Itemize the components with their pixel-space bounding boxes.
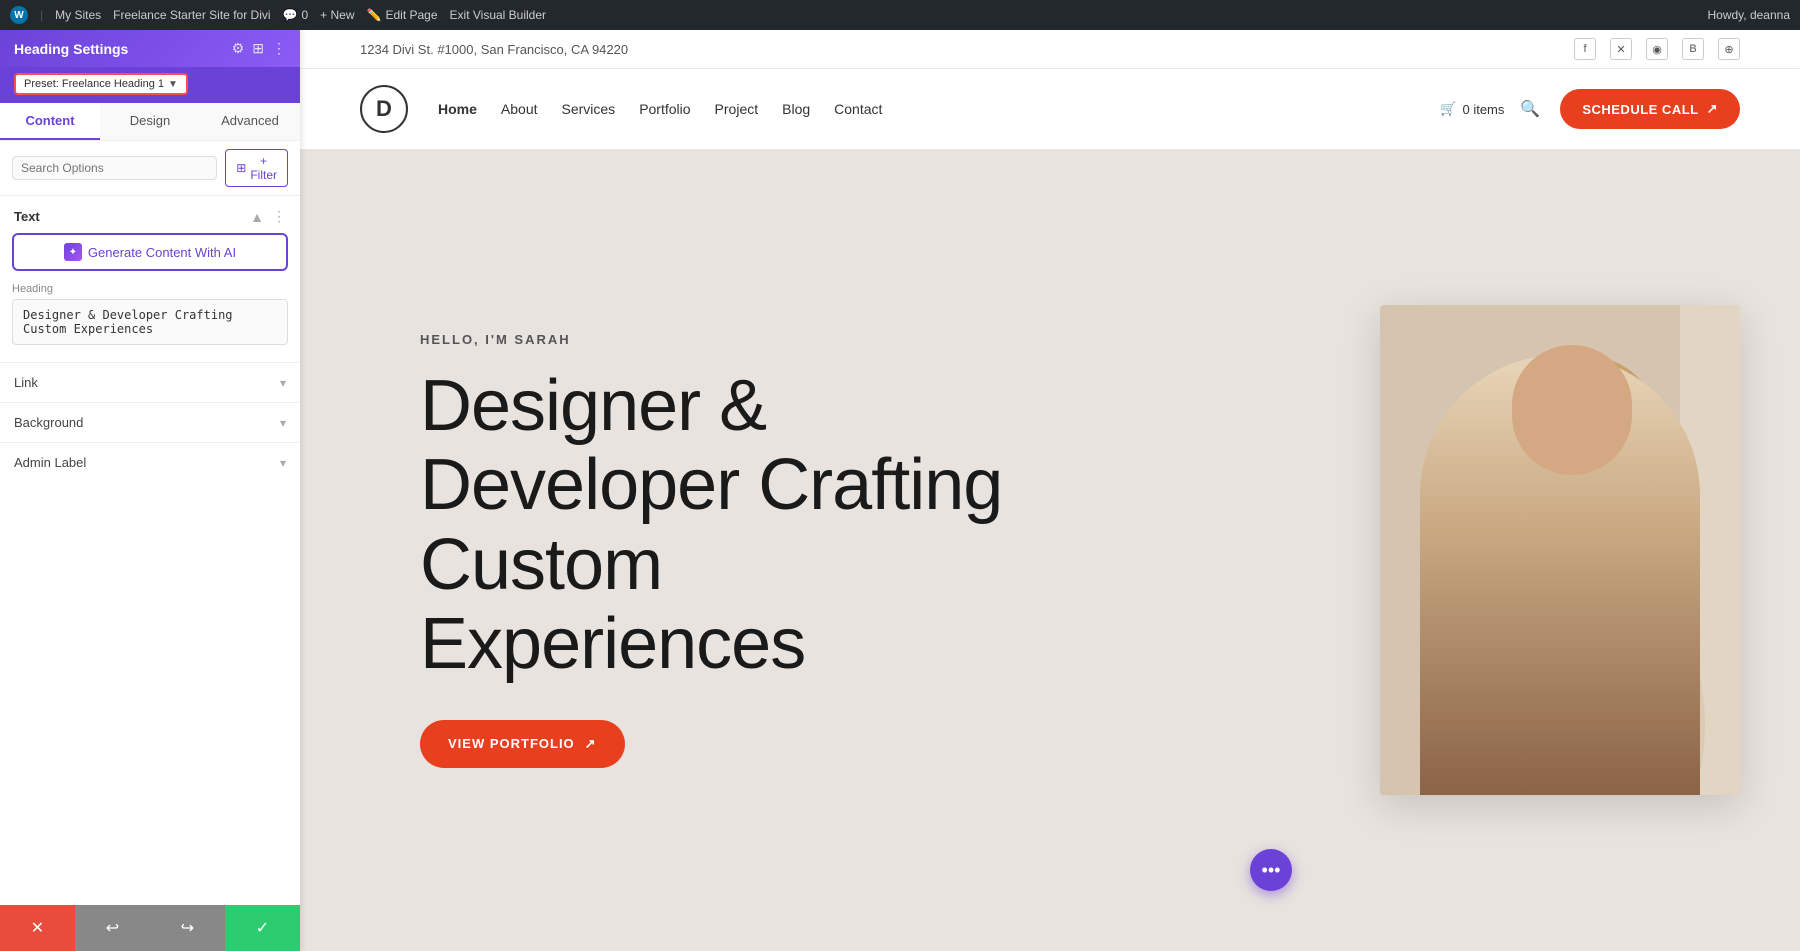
nav-links: Home About Services Portfolio Project Bl… bbox=[438, 101, 1440, 117]
social-icons-group: f ✕ ◉ B ⊕ bbox=[1574, 38, 1740, 60]
panel-tabs: Content Design Advanced bbox=[0, 103, 300, 141]
admin-bar-my-sites[interactable]: My Sites bbox=[55, 8, 101, 22]
background-chevron-icon: ▾ bbox=[280, 416, 286, 430]
admin-label-label: Admin Label bbox=[14, 455, 86, 470]
facebook-icon[interactable]: f bbox=[1574, 38, 1596, 60]
site-address: 1234 Divi St. #1000, San Francisco, CA 9… bbox=[360, 42, 628, 57]
admin-bar: W | My Sites Freelance Starter Site for … bbox=[0, 0, 1800, 30]
admin-bar-exit-builder[interactable]: Exit Visual Builder bbox=[450, 8, 547, 22]
filter-icon: ⊞ bbox=[236, 161, 246, 175]
nav-about[interactable]: About bbox=[501, 101, 538, 117]
instagram-icon[interactable]: ◉ bbox=[1646, 38, 1668, 60]
nav-portfolio[interactable]: Portfolio bbox=[639, 101, 690, 117]
admin-label-section-header[interactable]: Admin Label ▾ bbox=[0, 443, 300, 482]
admin-label-section: Admin Label ▾ bbox=[0, 442, 300, 482]
section-toggle: ▲ ⋮ bbox=[250, 208, 286, 225]
floating-dots-button[interactable]: ••• bbox=[1250, 849, 1292, 891]
website-preview: 1234 Divi St. #1000, San Francisco, CA 9… bbox=[300, 30, 1800, 951]
admin-bar-new[interactable]: + New bbox=[320, 8, 354, 22]
nav-services[interactable]: Services bbox=[562, 101, 616, 117]
panel-title: Heading Settings bbox=[14, 41, 128, 57]
search-icon[interactable]: 🔍 bbox=[1520, 99, 1540, 119]
admin-label-chevron-icon: ▾ bbox=[280, 456, 286, 470]
search-filter-row: ⊞ + Filter bbox=[0, 141, 300, 196]
heading-field-label: Heading bbox=[12, 283, 288, 295]
dots-icon: ••• bbox=[1262, 860, 1281, 881]
nav-cart[interactable]: 🛒 0 items bbox=[1440, 101, 1504, 117]
nav-project[interactable]: Project bbox=[715, 101, 759, 117]
redo-icon: ↪ bbox=[181, 918, 194, 938]
hero-portrait-svg bbox=[1380, 305, 1740, 795]
behance-icon[interactable]: B bbox=[1682, 38, 1704, 60]
view-portfolio-button[interactable]: VIEW PORTFOLIO ↗ bbox=[420, 720, 625, 768]
dribbble-icon[interactable]: ⊕ bbox=[1718, 38, 1740, 60]
cart-count: 0 items bbox=[1462, 102, 1504, 117]
admin-bar-right: Howdy, deanna bbox=[1708, 8, 1791, 22]
wp-logo-icon: W bbox=[10, 6, 28, 24]
link-section-header[interactable]: Link ▾ bbox=[0, 363, 300, 402]
text-section-title: Text bbox=[14, 209, 40, 224]
collapse-icon[interactable]: ▲ bbox=[250, 209, 264, 225]
cancel-icon: ✕ bbox=[31, 918, 44, 938]
admin-bar-comments[interactable]: 💬 0 bbox=[283, 8, 309, 22]
panel-header-icons: ⚙ ⊞ ⋮ bbox=[232, 40, 286, 57]
filter-button[interactable]: ⊞ + Filter bbox=[225, 149, 288, 187]
settings-icon[interactable]: ⚙ bbox=[232, 40, 245, 57]
link-section: Link ▾ bbox=[0, 362, 300, 402]
site-logo[interactable]: D bbox=[360, 85, 408, 133]
main-layout: Heading Settings ⚙ ⊞ ⋮ Preset: Freelance… bbox=[0, 30, 1800, 951]
layout-icon[interactable]: ⊞ bbox=[252, 40, 264, 57]
sidebar-panel: Heading Settings ⚙ ⊞ ⋮ Preset: Freelance… bbox=[0, 30, 300, 951]
hero-section: HELLO, I'M SARAH Designer & Developer Cr… bbox=[300, 149, 1800, 951]
hero-content: HELLO, I'M SARAH Designer & Developer Cr… bbox=[420, 332, 1020, 768]
more-icon[interactable]: ⋮ bbox=[272, 40, 286, 57]
preset-bar: Preset: Freelance Heading 1 ▼ bbox=[0, 67, 300, 103]
panel-header: Heading Settings ⚙ ⊞ ⋮ bbox=[0, 30, 300, 67]
search-input[interactable] bbox=[12, 156, 217, 180]
background-section-header[interactable]: Background ▾ bbox=[0, 403, 300, 442]
preset-badge[interactable]: Preset: Freelance Heading 1 ▼ bbox=[14, 73, 188, 95]
tab-content[interactable]: Content bbox=[0, 103, 100, 140]
schedule-arrow-icon: ↗ bbox=[1707, 101, 1718, 117]
hero-image bbox=[1380, 305, 1740, 795]
tab-design[interactable]: Design bbox=[100, 103, 200, 140]
text-section-header: Text ▲ ⋮ bbox=[0, 196, 300, 233]
heading-textarea[interactable]: Designer & Developer Crafting Custom Exp… bbox=[12, 299, 288, 345]
hero-title: Designer & Developer Crafting Custom Exp… bbox=[420, 367, 1020, 684]
undo-icon: ↩ bbox=[106, 918, 119, 938]
site-topbar: 1234 Divi St. #1000, San Francisco, CA 9… bbox=[300, 30, 1800, 69]
ai-icon: ✦ bbox=[64, 243, 82, 261]
heading-field-wrap: Heading Designer & Developer Crafting Cu… bbox=[0, 283, 300, 362]
cart-icon: 🛒 bbox=[1440, 101, 1456, 117]
admin-bar-wp-logo[interactable]: W bbox=[10, 6, 28, 24]
nav-home[interactable]: Home bbox=[438, 101, 477, 117]
background-label: Background bbox=[14, 415, 83, 430]
hero-subtitle: HELLO, I'M SARAH bbox=[420, 332, 1020, 347]
twitter-x-icon[interactable]: ✕ bbox=[1610, 38, 1632, 60]
schedule-call-button[interactable]: SCHEDULE CALL ↗ bbox=[1560, 89, 1740, 129]
undo-button[interactable]: ↩ bbox=[75, 905, 150, 951]
nav-blog[interactable]: Blog bbox=[782, 101, 810, 117]
link-chevron-icon: ▾ bbox=[280, 376, 286, 390]
admin-bar-edit-page[interactable]: ✏️ Edit Page bbox=[367, 8, 438, 22]
tab-advanced[interactable]: Advanced bbox=[200, 103, 300, 140]
preset-arrow-icon: ▼ bbox=[168, 79, 178, 90]
site-nav: D Home About Services Portfolio Project … bbox=[300, 69, 1800, 149]
ai-generate-button[interactable]: ✦ Generate Content With AI bbox=[12, 233, 288, 271]
cta-arrow-icon: ↗ bbox=[585, 736, 597, 752]
admin-bar-starter-site[interactable]: Freelance Starter Site for Divi bbox=[113, 8, 270, 22]
confirm-icon: ✓ bbox=[256, 918, 269, 938]
link-label: Link bbox=[14, 375, 38, 390]
redo-button[interactable]: ↪ bbox=[150, 905, 225, 951]
nav-contact[interactable]: Contact bbox=[834, 101, 882, 117]
bottom-toolbar: ✕ ↩ ↪ ✓ bbox=[0, 905, 300, 951]
more-options-icon[interactable]: ⋮ bbox=[272, 208, 286, 225]
confirm-button[interactable]: ✓ bbox=[225, 905, 300, 951]
cancel-button[interactable]: ✕ bbox=[0, 905, 75, 951]
background-section: Background ▾ bbox=[0, 402, 300, 442]
